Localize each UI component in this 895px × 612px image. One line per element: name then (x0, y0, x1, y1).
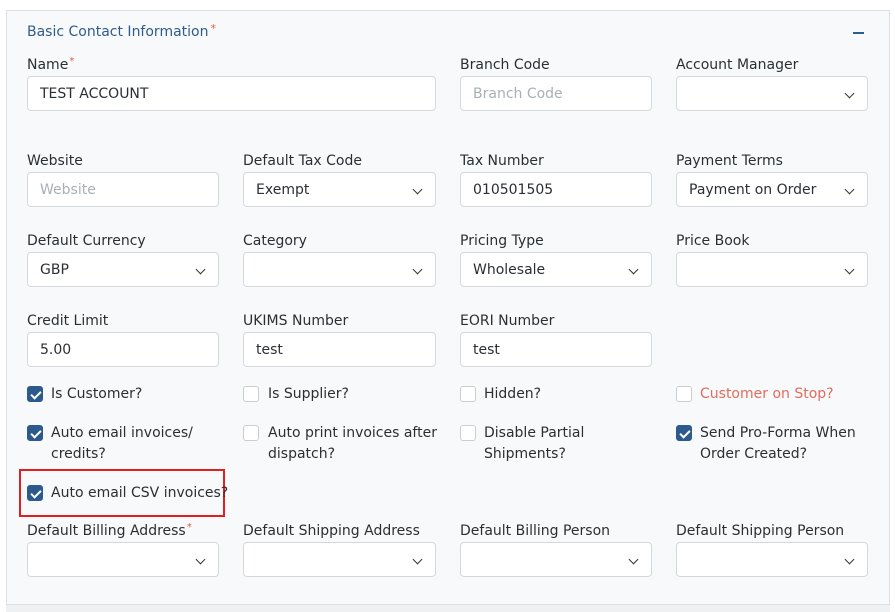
tax-number-field[interactable]: 010501505 (460, 172, 652, 207)
chevron-down-icon (844, 554, 855, 565)
default-billing-address-select[interactable] (27, 542, 219, 577)
chevron-down-icon (412, 264, 423, 275)
required-marker: * (210, 22, 216, 35)
chevron-down-icon (195, 264, 206, 275)
default-shipping-address-label: Default Shipping Address (243, 523, 420, 539)
auto-email-csv-checkbox[interactable] (27, 485, 43, 501)
ukims-number-field[interactable]: test (243, 332, 436, 367)
pricing-type-select[interactable]: Wholesale (460, 252, 652, 287)
section-title[interactable]: Basic Contact Information * (27, 22, 216, 40)
disable-partial-shipments-checkbox[interactable] (460, 425, 476, 441)
account-manager-select[interactable] (676, 76, 868, 111)
ukims-number-label: UKIMS Number (243, 313, 349, 329)
credit-limit-field[interactable]: 5.00 (27, 332, 219, 367)
chevron-down-icon (628, 264, 639, 275)
branch-code-label: Branch Code (460, 57, 550, 73)
website-label: Website (27, 153, 83, 169)
default-billing-address-label: Default Billing Address* (27, 522, 192, 539)
chevron-down-icon (844, 264, 855, 275)
category-label: Category (243, 233, 307, 249)
default-billing-person-select[interactable] (460, 542, 652, 577)
chevron-down-icon (412, 184, 423, 195)
default-billing-person-label: Default Billing Person (460, 523, 611, 539)
branch-code-field[interactable]: Branch Code (460, 76, 652, 111)
default-tax-code-label: Default Tax Code (243, 153, 362, 169)
payment-terms-select[interactable]: Payment on Order (676, 172, 868, 207)
chevron-down-icon (844, 184, 855, 195)
section-title-text: Basic Contact Information (27, 24, 209, 40)
price-book-select[interactable] (676, 252, 868, 287)
category-select[interactable] (243, 252, 436, 287)
eori-number-label: EORI Number (460, 313, 555, 329)
is-customer-checkbox[interactable] (27, 386, 43, 402)
auto-email-invoices-label: Auto email invoices/credits? (51, 425, 193, 462)
name-label: Name* (27, 56, 75, 73)
credit-limit-label: Credit Limit (27, 313, 109, 329)
hidden-label: Hidden? (484, 386, 542, 402)
pricing-type-label: Pricing Type (460, 233, 544, 249)
default-shipping-address-select[interactable] (243, 542, 436, 577)
default-shipping-person-select[interactable] (676, 542, 868, 577)
chevron-down-icon (412, 554, 423, 565)
chevron-down-icon (195, 554, 206, 565)
panel-footer-strip (6, 604, 890, 612)
website-field[interactable]: Website (27, 172, 219, 207)
customer-on-stop-checkbox[interactable] (676, 386, 692, 402)
disable-partial-shipments-label: Disable Partial Shipments? (484, 425, 585, 462)
default-shipping-person-label: Default Shipping Person (676, 523, 845, 539)
auto-print-invoices-checkbox[interactable] (243, 425, 259, 441)
chevron-down-icon (628, 554, 639, 565)
payment-terms-label: Payment Terms (676, 153, 783, 169)
tax-number-label: Tax Number (460, 153, 544, 169)
account-manager-label: Account Manager (676, 57, 799, 73)
is-customer-label: Is Customer? (51, 386, 143, 402)
auto-email-invoices-checkbox[interactable] (27, 425, 43, 441)
send-proforma-checkbox[interactable] (676, 425, 692, 441)
is-supplier-label: Is Supplier? (268, 386, 349, 402)
default-tax-code-select[interactable]: Exempt (243, 172, 436, 207)
chevron-down-icon (844, 88, 855, 99)
is-supplier-checkbox[interactable] (243, 386, 259, 402)
minus-icon[interactable] (853, 32, 864, 34)
auto-email-csv-label: Auto email CSV invoices? (51, 485, 229, 501)
name-field[interactable]: TEST ACCOUNT (27, 76, 436, 111)
customer-on-stop-label: Customer on Stop? (700, 386, 834, 402)
eori-number-field[interactable]: test (460, 332, 652, 367)
hidden-checkbox[interactable] (460, 386, 476, 402)
send-proforma-label: Send Pro-Forma When Order Created? (700, 425, 856, 462)
auto-print-invoices-label: Auto print invoices after dispatch? (268, 425, 437, 462)
default-currency-label: Default Currency (27, 233, 146, 249)
default-currency-select[interactable]: GBP (27, 252, 219, 287)
price-book-label: Price Book (676, 233, 750, 249)
